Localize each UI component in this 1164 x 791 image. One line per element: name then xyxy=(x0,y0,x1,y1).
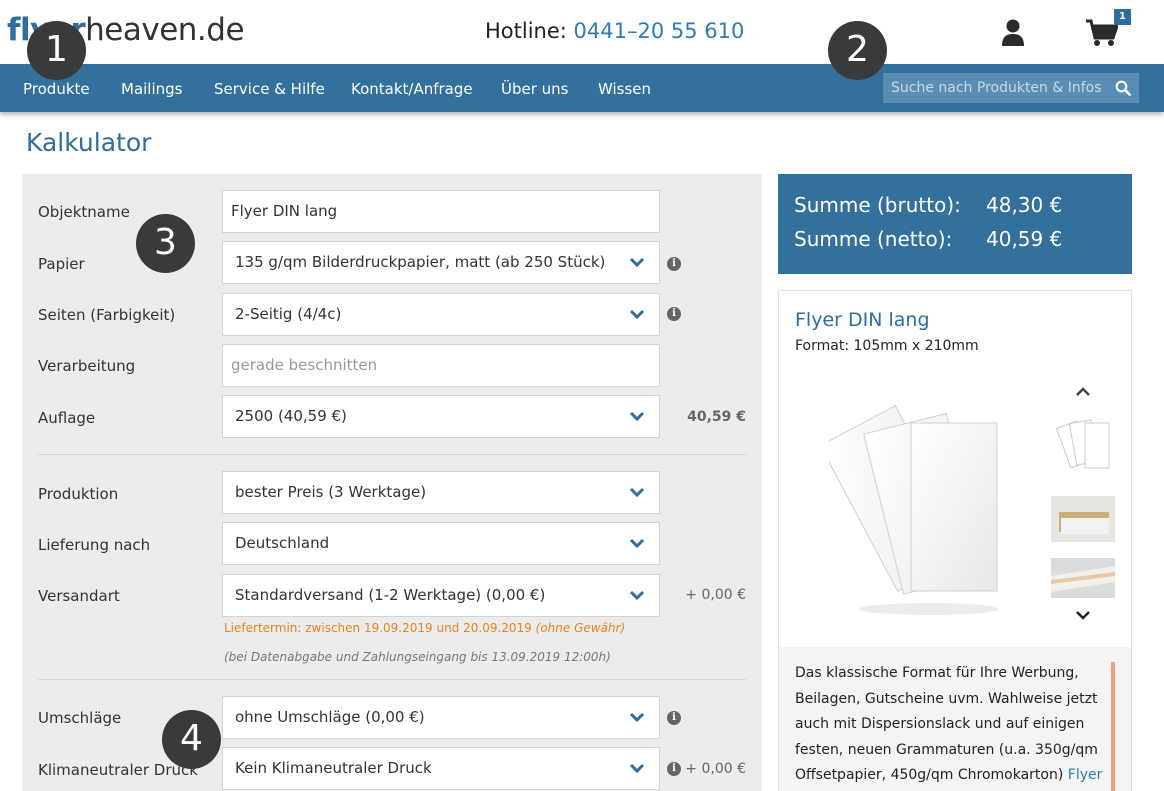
header: flyerheaven.de Hotline: 0441–20 55 610 1 xyxy=(0,0,1164,64)
versandart-select[interactable]: Standardversand (1-2 Werktage) (0,00 €) xyxy=(222,574,660,617)
page-title: Kalkulator xyxy=(26,128,152,157)
nav-item-kontakt[interactable]: Kontakt/Anfrage xyxy=(351,80,473,98)
auflage-price: 40,59 € xyxy=(687,409,746,425)
search-icon[interactable] xyxy=(1115,80,1131,96)
chevron-down-icon[interactable] xyxy=(1075,610,1091,620)
hotline-label: Hotline: xyxy=(485,19,567,43)
seiten-select[interactable]: 2-Seitig (4/4c) xyxy=(222,293,660,336)
product-format: Format: 105mm x 210mm xyxy=(795,338,979,354)
chevron-down-icon xyxy=(629,538,645,549)
chevron-down-icon xyxy=(629,411,645,422)
data-deadline-note: (bei Datenabgabe und Zahlungseingang bis… xyxy=(224,650,611,664)
verarbeitung-label: Verarbeitung xyxy=(38,357,136,375)
papier-label: Papier xyxy=(38,255,85,273)
divider xyxy=(38,454,746,455)
sum-netto-label: Summe (netto): xyxy=(794,227,953,251)
thumbnail-paper-samples[interactable] xyxy=(1051,496,1115,542)
info-icon[interactable]: i xyxy=(667,257,681,271)
produktion-label: Produktion xyxy=(38,485,119,503)
nav-item-wissen[interactable]: Wissen xyxy=(598,80,651,98)
objektname-label: Objektname xyxy=(38,203,130,221)
chevron-up-icon[interactable] xyxy=(1075,387,1091,397)
umschlaege-select[interactable]: ohne Umschläge (0,00 €) xyxy=(222,696,660,739)
produktion-value: bester Preis (3 Werktage) xyxy=(235,483,427,501)
chevron-down-icon xyxy=(629,590,645,601)
verarbeitung-field[interactable]: gerade beschnitten xyxy=(222,344,660,387)
chevron-down-icon xyxy=(629,309,645,320)
papier-select[interactable]: 135 g/qm Bilderdruckpapier, matt (ab 250… xyxy=(222,241,660,284)
produktion-select[interactable]: bester Preis (3 Werktage) xyxy=(222,471,660,514)
info-icon[interactable]: i xyxy=(667,711,681,725)
step-marker-2: 2 xyxy=(828,21,887,80)
seiten-label: Seiten (Farbigkeit) xyxy=(38,306,176,324)
delivery-date: Liefertermin: zwischen 19.09.2019 und 20… xyxy=(224,621,625,635)
chevron-down-icon xyxy=(629,257,645,268)
nav-item-produkte[interactable]: Produkte xyxy=(23,80,90,98)
seiten-value: 2-Seitig (4/4c) xyxy=(235,305,342,323)
nav-item-service[interactable]: Service & Hilfe xyxy=(214,80,325,98)
lieferung-value: Deutschland xyxy=(235,534,330,552)
info-icon[interactable]: i xyxy=(667,762,681,776)
divider xyxy=(38,679,746,680)
search-input[interactable] xyxy=(883,73,1108,103)
sum-netto-value: 40,59 € xyxy=(986,227,1063,251)
sum-brutto-value: 48,30 € xyxy=(986,193,1063,217)
klima-select[interactable]: Kein Klimaneutraler Druck xyxy=(222,747,660,790)
step-marker-3: 3 xyxy=(136,214,195,273)
umschlaege-value: ohne Umschläge (0,00 €) xyxy=(235,708,425,726)
objektname-input[interactable]: Flyer DIN lang xyxy=(222,190,660,233)
klima-value: Kein Klimaneutraler Druck xyxy=(235,759,432,777)
price-summary: Summe (brutto): 48,30 € Summe (netto): 4… xyxy=(778,174,1132,274)
chevron-down-icon xyxy=(629,712,645,723)
logo-rest: heaven.de xyxy=(85,12,245,48)
lieferung-label: Lieferung nach xyxy=(38,536,151,554)
lieferung-select[interactable]: Deutschland xyxy=(222,522,660,565)
product-description-text: Das klassische Format für Ihre Werbung, … xyxy=(795,665,1098,783)
step-marker-4: 4 xyxy=(162,710,221,769)
auflage-value: 2500 (40,59 €) xyxy=(235,407,347,425)
product-card: Flyer DIN lang Format: 105mm x 210mm Das… xyxy=(778,290,1132,791)
flyer-product-image[interactable] xyxy=(829,401,1009,621)
info-icon[interactable]: i xyxy=(667,307,681,321)
chevron-down-icon xyxy=(629,487,645,498)
delivery-date-note: (ohne Gewähr) xyxy=(535,621,626,635)
delivery-date-text: Liefertermin: zwischen 19.09.2019 und 20… xyxy=(224,621,532,635)
versandart-price: + 0,00 € xyxy=(685,587,746,603)
scroll-indicator xyxy=(1111,662,1115,791)
hotline-number[interactable]: 0441–20 55 610 xyxy=(574,19,745,43)
versandart-label: Versandart xyxy=(38,587,120,605)
klima-price: + 0,00 € xyxy=(685,761,746,777)
user-icon[interactable] xyxy=(1001,19,1025,47)
auflage-select[interactable]: 2500 (40,59 €) xyxy=(222,395,660,438)
papier-value: 135 g/qm Bilderdruckpapier, matt (ab 250… xyxy=(235,253,606,271)
umschlaege-label: Umschläge xyxy=(38,709,122,727)
auflage-label: Auflage xyxy=(38,409,96,427)
cart-count-badge: 1 xyxy=(1114,9,1131,25)
thumbnail-paper-edges[interactable] xyxy=(1051,558,1115,598)
chevron-down-icon xyxy=(629,763,645,774)
sum-brutto-label: Summe (brutto): xyxy=(794,193,961,217)
step-marker-1: 1 xyxy=(27,21,86,80)
product-title: Flyer DIN lang xyxy=(795,309,930,331)
search-box xyxy=(883,73,1139,103)
product-description-link[interactable]: Flyer xyxy=(1068,767,1103,783)
versandart-value: Standardversand (1-2 Werktage) (0,00 €) xyxy=(235,586,546,604)
product-description: Das klassische Format für Ihre Werbung, … xyxy=(795,661,1105,789)
thumbnail-flyer-stack[interactable] xyxy=(1051,413,1115,475)
nav-item-ueber-uns[interactable]: Über uns xyxy=(501,80,569,98)
nav-item-mailings[interactable]: Mailings xyxy=(121,80,182,98)
hotline: Hotline: 0441–20 55 610 xyxy=(485,19,744,43)
